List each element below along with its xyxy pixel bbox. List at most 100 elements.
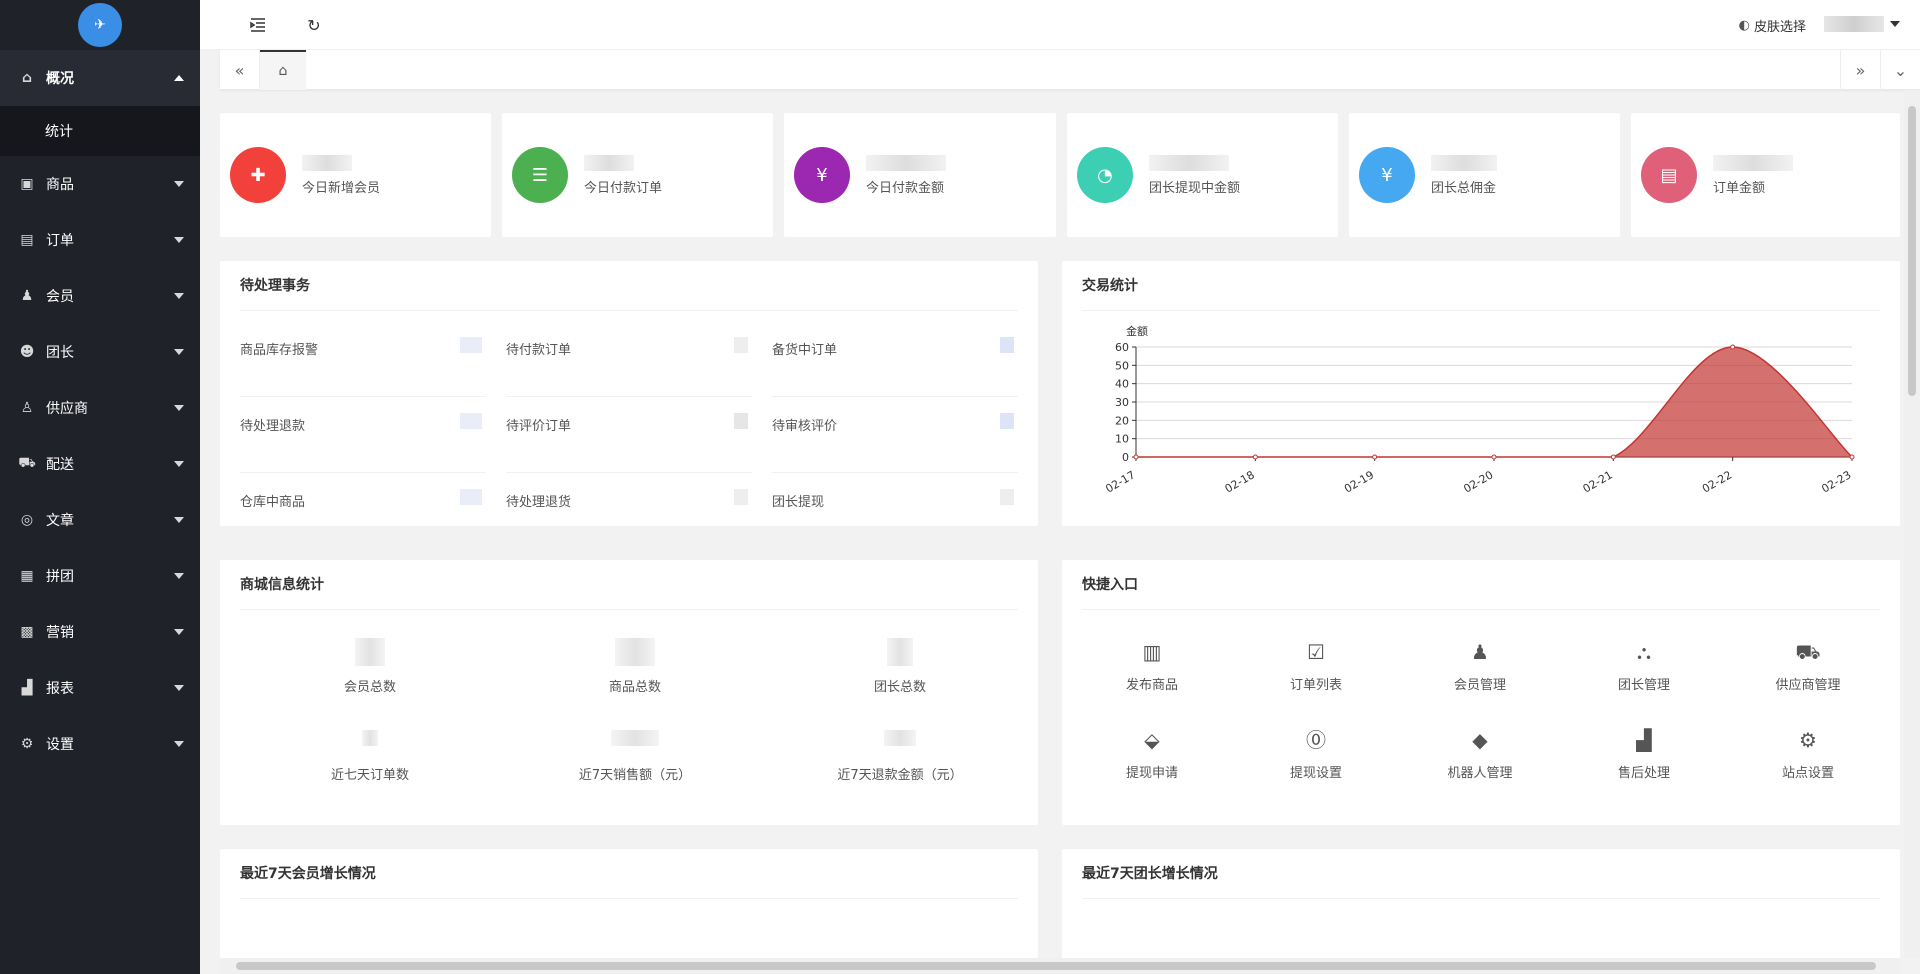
quick-entry-label: 站点设置 <box>1781 766 1834 781</box>
data-point <box>1133 454 1139 460</box>
stat-card-paid-orders[interactable]: ☰ 今日付款订单 <box>502 113 773 237</box>
x-tick-label: 02-18 <box>1223 468 1257 495</box>
tab-home[interactable]: ⌂ <box>260 50 306 90</box>
sidebar-item-product[interactable]: ▣ 商品 <box>0 156 200 212</box>
quick-entry-label: 团长管理 <box>1617 678 1670 693</box>
sidebar-item-delivery[interactable]: ⛟ 配送 <box>0 436 200 492</box>
pending-label: 备货中订单 <box>772 343 838 358</box>
refresh-button[interactable]: ↻ <box>302 13 326 37</box>
card-title: 待处理事务 <box>240 261 1018 311</box>
user-menu[interactable] <box>1824 16 1900 32</box>
pending-item[interactable]: 备货中订单 <box>772 321 1018 397</box>
chevron-down-icon <box>174 293 184 299</box>
info-item: 商品总数 <box>505 638 765 695</box>
truck-icon: ⛟ <box>18 455 36 471</box>
data-point <box>1372 454 1378 460</box>
skin-select-label: 皮肤选择 <box>1753 20 1806 35</box>
pending-item[interactable]: 仓库中商品 <box>240 473 486 549</box>
pending-item[interactable]: 团长提现 <box>772 473 1018 549</box>
quick-entry-leader-manage[interactable]: ⛬ 团长管理 <box>1584 638 1704 693</box>
stat-card-paid-amount[interactable]: ¥ 今日付款金额 <box>784 113 1056 237</box>
info-label: 商品总数 <box>608 680 661 695</box>
vertical-scrollbar[interactable] <box>1904 90 1920 958</box>
pending-item[interactable]: 待处理退款 <box>240 397 486 473</box>
tabs-menu-button[interactable]: ⌄ <box>1880 50 1920 90</box>
quick-entry-label: 会员管理 <box>1453 678 1506 693</box>
sidebar-item-supplier[interactable]: ♙ 供应商 <box>0 380 200 436</box>
horizontal-scrollbar[interactable] <box>220 958 1900 974</box>
sidebar-item-settings[interactable]: ⚙ 设置 <box>0 716 200 772</box>
chevron-down-icon <box>174 573 184 579</box>
sidebar-item-marketing[interactable]: ▩ 营销 <box>0 604 200 660</box>
sidebar-item-label: 配送 <box>46 457 74 473</box>
quick-entry-after-sales[interactable]: ▟ 售后处理 <box>1584 726 1704 781</box>
pending-item[interactable]: 商品库存报警 <box>240 321 486 397</box>
stat-value-blurred <box>1431 154 1497 171</box>
quick-entry-robot-manage[interactable]: ◆ 机器人管理 <box>1420 726 1540 781</box>
quick-entry-member-manage[interactable]: ♟ 会员管理 <box>1420 638 1540 693</box>
sidebar-item-member[interactable]: ♟ 会员 <box>0 268 200 324</box>
info-label: 近7天退款金额（元） <box>837 768 963 783</box>
sidebar-item-overview[interactable]: ⌂ 概况 <box>0 50 200 106</box>
quick-entry-publish-product[interactable]: ▥ 发布商品 <box>1092 638 1212 693</box>
quick-entry-supplier-manage[interactable]: ⛟ 供应商管理 <box>1748 638 1868 693</box>
stat-card-withdraw-pending[interactable]: ◔ 团长提现中金额 <box>1067 113 1338 237</box>
skin-select[interactable]: ◐ 皮肤选择 <box>1739 16 1806 35</box>
clipboard-check-icon: ☑ <box>1307 640 1325 664</box>
info-value-blurred <box>884 730 916 746</box>
sidebar-item-leader[interactable]: ☻ 团长 <box>0 324 200 380</box>
sidebar-item-order[interactable]: ▤ 订单 <box>0 212 200 268</box>
data-point <box>1491 454 1497 460</box>
quick-entry-label: 发布商品 <box>1125 678 1178 693</box>
data-point <box>1252 454 1258 460</box>
tabs-scroll-right-button[interactable]: » <box>1840 50 1880 90</box>
tabs-scroll-left-button[interactable]: « <box>220 50 260 90</box>
pending-item[interactable]: 待审核评价 <box>772 397 1018 473</box>
supplier-icon: ♙ <box>20 400 34 416</box>
quick-entry-withdraw-settings[interactable]: ⓪ 提现设置 <box>1256 726 1376 781</box>
stat-card-total-commission[interactable]: ¥ 团长总佣金 <box>1349 113 1620 237</box>
user-manage-icon: ♟ <box>1471 640 1489 664</box>
quick-entry-label: 订单列表 <box>1289 678 1342 693</box>
stat-value-blurred <box>866 154 946 171</box>
stat-card-order-amount[interactable]: ▤ 订单金额 <box>1631 113 1900 237</box>
pending-label: 待处理退货 <box>506 495 572 510</box>
info-value-blurred <box>362 730 378 746</box>
stat-card-new-members[interactable]: ✚ 今日新增会员 <box>220 113 491 237</box>
sidebar-item-label: 团长 <box>46 345 74 361</box>
main-content: ✚ 今日新增会员 ☰ 今日付款订单 ¥ 今日付款金额 ◔ 团长提现中金额 ¥ 团… <box>200 90 1900 964</box>
sidebar-item-label: 概况 <box>46 71 74 87</box>
pending-item[interactable]: 待处理退货 <box>506 473 752 549</box>
leader-icon: ☻ <box>19 344 35 360</box>
sidebar-item-article[interactable]: ◎ 文章 <box>0 492 200 548</box>
logo[interactable]: ✈ <box>0 0 200 50</box>
chevron-down-icon <box>174 685 184 691</box>
chevron-down-icon <box>174 349 184 355</box>
sidebar-item-label: 拼团 <box>46 569 74 585</box>
money-bag-icon: ¥ <box>1359 147 1415 203</box>
card-title: 快捷入口 <box>1082 560 1880 610</box>
stat-label: 今日付款订单 <box>584 180 663 196</box>
pending-item[interactable]: 待评价订单 <box>506 397 752 473</box>
pending-tasks-card: 待处理事务 商品库存报警 待付款订单 备货中订单 待处理退款 待评价订单 待审核… <box>220 261 1038 526</box>
home-icon: ⌂ <box>278 63 288 79</box>
pending-count-blurred <box>1000 413 1014 429</box>
sidebar-subitem-stats[interactable]: 统计 <box>0 106 200 156</box>
collapse-menu-button[interactable] <box>246 13 270 37</box>
data-point <box>1849 454 1855 460</box>
stat-label: 团长提现中金额 <box>1149 180 1241 196</box>
sidebar-item-group[interactable]: ▦ 拼团 <box>0 548 200 604</box>
pending-label: 商品库存报警 <box>240 343 319 358</box>
scrollbar-thumb[interactable] <box>1908 106 1916 396</box>
chevron-down-icon <box>174 629 184 635</box>
quick-entry-site-settings[interactable]: ⚙ 站点设置 <box>1748 726 1868 781</box>
quick-entry-card: 快捷入口 ▥ 发布商品 ☑ 订单列表 ♟ 会员管理 ⛬ 团长管理 ⛟ 供应商管理 ⬙ 提现申… <box>1062 560 1900 825</box>
ticket-icon: ⬙ <box>1144 728 1160 752</box>
scrollbar-thumb[interactable] <box>236 962 1876 970</box>
quick-entry-withdraw-apply[interactable]: ⬙ 提现申请 <box>1092 726 1212 781</box>
double-chevron-left-icon: « <box>234 60 245 80</box>
pending-count-blurred <box>1000 489 1014 505</box>
sidebar-item-report[interactable]: ▟ 报表 <box>0 660 200 716</box>
pending-item[interactable]: 待付款订单 <box>506 321 752 397</box>
quick-entry-order-list[interactable]: ☑ 订单列表 <box>1256 638 1376 693</box>
